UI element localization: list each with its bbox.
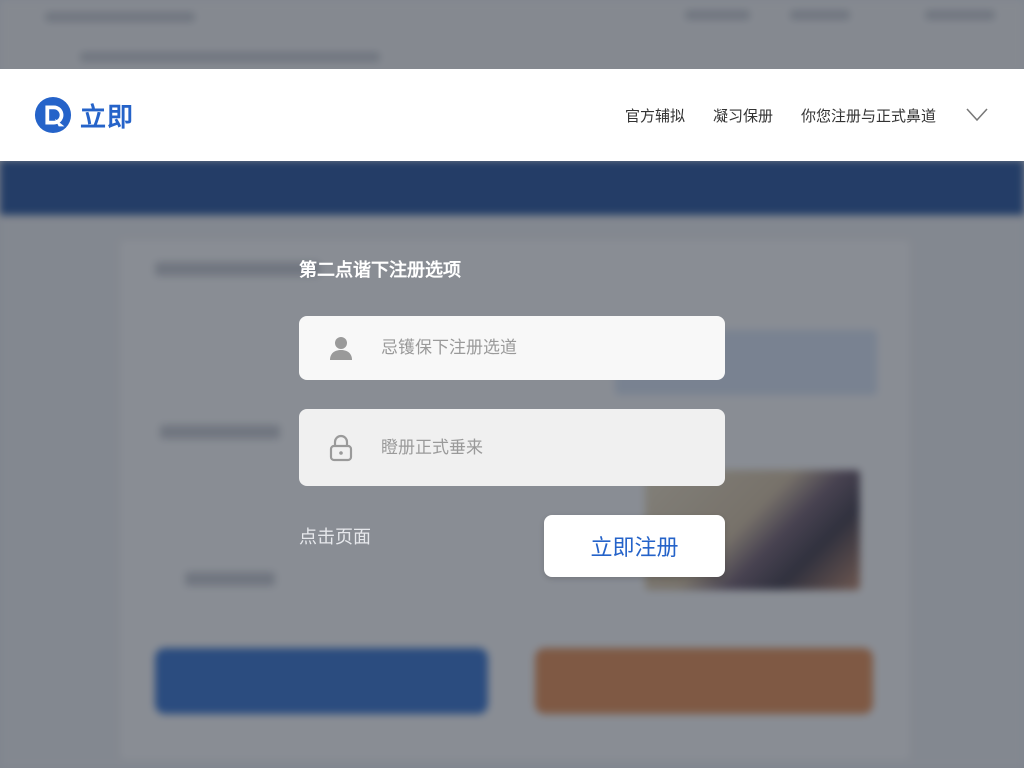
username-input[interactable] <box>379 337 703 359</box>
password-field[interactable] <box>299 409 725 486</box>
user-icon <box>327 334 355 362</box>
top-nav: 官方辅拟 凝习保册 你您注册与正式鼻道 <box>597 69 988 161</box>
page-link[interactable]: 点击页面 <box>299 523 371 549</box>
logo-icon <box>34 96 72 134</box>
brand-name: 立即 <box>80 102 135 133</box>
chevron-down-icon[interactable] <box>966 108 988 122</box>
header-bar: 立即 官方辅拟 凝习保册 你您注册与正式鼻道 <box>0 69 1024 161</box>
dialog-title: 第二点谐下注册选项 <box>299 260 461 281</box>
nav-item[interactable]: 官方辅拟 <box>625 105 685 126</box>
nav-item[interactable]: 你您注册与正式鼻道 <box>801 105 936 126</box>
username-field[interactable] <box>299 316 725 380</box>
nav-item[interactable]: 凝习保册 <box>713 105 773 126</box>
brand-logo[interactable]: 立即 <box>34 96 134 134</box>
password-input[interactable] <box>379 436 703 459</box>
lock-icon <box>327 434 355 462</box>
register-button[interactable]: 立即注册 <box>544 515 725 577</box>
